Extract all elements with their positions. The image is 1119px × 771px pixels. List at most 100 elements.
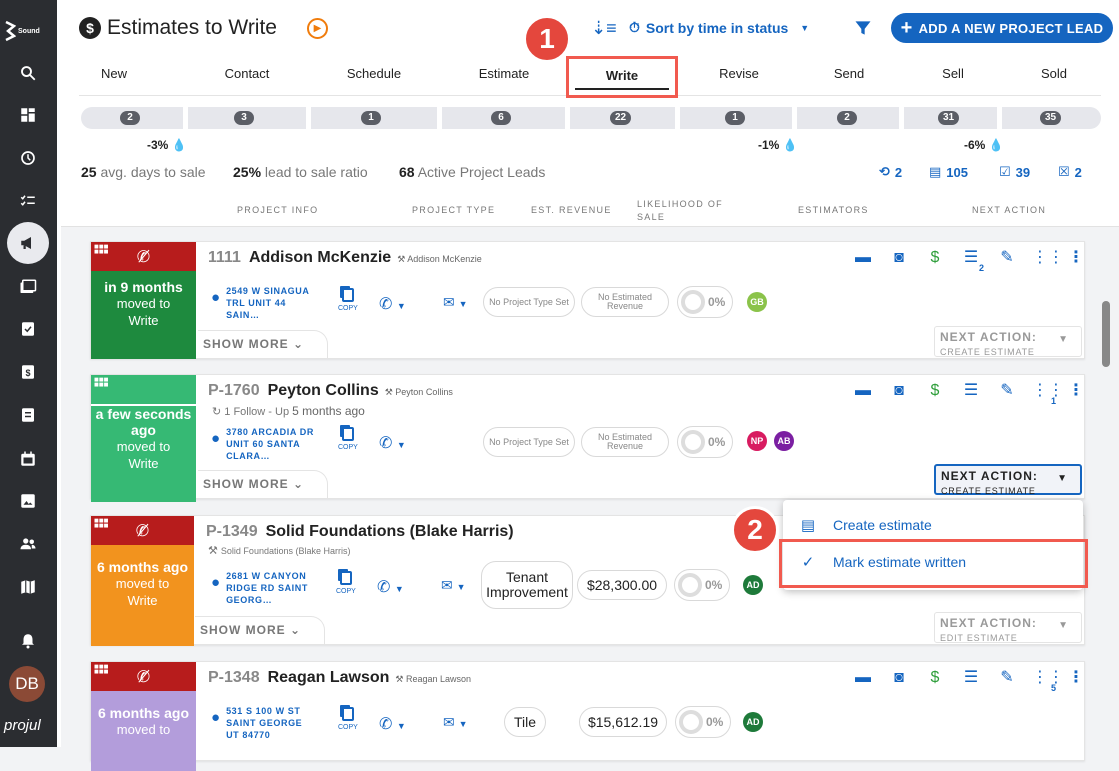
history-count[interactable]: ⟲ 2: [879, 164, 902, 180]
scrollbar-thumb[interactable]: [1102, 301, 1110, 367]
people-icon[interactable]: [15, 531, 41, 557]
checklist-icon[interactable]: ☰: [960, 381, 982, 401]
invoices-icon[interactable]: $: [15, 359, 41, 385]
email-dropdown[interactable]: ✉ ▼: [441, 577, 466, 594]
copy-address-button[interactable]: COPY: [338, 707, 358, 731]
estimator-avatar[interactable]: AB: [774, 431, 794, 451]
archive-count[interactable]: ▤ 105: [929, 164, 968, 180]
checklist-icon[interactable]: ☰ 2: [960, 248, 984, 273]
revenue-chip[interactable]: $28,300.00: [577, 570, 667, 600]
estimates-icon[interactable]: [15, 316, 41, 342]
show-more-button[interactable]: SHOW MORE ⌄: [198, 470, 328, 498]
estimator-avatar[interactable]: NP: [747, 431, 767, 451]
email-dropdown[interactable]: ✉ ▼: [443, 714, 468, 731]
projects-folder-icon[interactable]: [15, 274, 41, 300]
tab-sell[interactable]: Sell: [893, 64, 1013, 95]
apps-grid-icon[interactable]: ⋮⋮ 1: [1032, 381, 1064, 406]
invoice-icon[interactable]: $: [924, 248, 946, 268]
next-action-dropdown[interactable]: NEXT ACTION: CREATE ESTIMATE ▼: [934, 464, 1082, 496]
tab-send[interactable]: Send: [789, 64, 909, 95]
reports-icon[interactable]: [15, 402, 41, 428]
show-more-button[interactable]: SHOW MORE ⌄: [198, 330, 328, 358]
camera-icon[interactable]: ◙: [888, 668, 910, 688]
sort-dropdown[interactable]: ⏱ Sort by time in status ▼: [629, 19, 809, 36]
next-action-dropdown[interactable]: NEXT ACTION: EDIT ESTIMATE ▼: [934, 612, 1082, 643]
lead-card[interactable]: ■■■ ■■■ ✆̸ in 9 months moved to Write 1111 Ad…: [90, 241, 1085, 359]
tab-new[interactable]: New: [79, 64, 149, 95]
likelihood-gauge[interactable]: 0%: [677, 426, 733, 458]
revenue-chip[interactable]: No Estimated Revenue: [581, 427, 669, 457]
project-type-chip[interactable]: Tenant Improvement: [481, 561, 573, 609]
grid-icon[interactable]: ■■■ ■■■: [94, 243, 109, 256]
estimator-avatar[interactable]: AD: [743, 712, 763, 732]
tasks-icon[interactable]: [15, 188, 41, 214]
address[interactable]: ● 2549 W SINAGUA TRL UNIT 44 SAIN…: [211, 285, 318, 321]
photos-icon[interactable]: [15, 488, 41, 514]
tab-sold[interactable]: Sold: [1019, 64, 1089, 95]
show-more-button[interactable]: SHOW MORE ⌄: [195, 616, 325, 644]
add-project-lead-button[interactable]: + ADD A NEW PROJECT LEAD: [891, 13, 1113, 43]
lead-title[interactable]: P-1349 Solid Foundations (Blake Harris): [206, 523, 514, 541]
address[interactable]: ● 531 S 100 W ST SAINT GEORGE UT 84770: [211, 705, 318, 741]
grid-icon[interactable]: ■■■ ■■■: [94, 517, 109, 530]
likelihood-gauge[interactable]: 0%: [674, 569, 730, 601]
tab-contact[interactable]: Contact: [187, 64, 307, 95]
lead-title[interactable]: P-1348 Reagan Lawson ⚒ Reagan Lawson: [208, 669, 471, 687]
project-type-chip[interactable]: No Project Type Set: [483, 287, 575, 317]
lead-title[interactable]: 1111 Addison McKenzie ⚒ Addison McKenzie: [208, 249, 482, 267]
email-dropdown[interactable]: ✉ ▼: [443, 294, 468, 311]
grid-icon[interactable]: ■■■ ■■■: [94, 663, 109, 676]
phone-dropdown[interactable]: ✆ ▼: [379, 714, 406, 734]
tab-schedule[interactable]: Schedule: [314, 64, 434, 95]
phone-dropdown[interactable]: ✆ ▼: [379, 433, 406, 453]
closed-count[interactable]: ☒ 2: [1058, 164, 1082, 180]
camera-icon[interactable]: ◙: [888, 248, 910, 268]
edit-icon[interactable]: ✎: [996, 248, 1018, 268]
likelihood-gauge[interactable]: 0%: [677, 286, 733, 318]
camera-icon[interactable]: ◙: [888, 381, 910, 401]
user-avatar[interactable]: DB: [9, 666, 45, 702]
calendar-icon[interactable]: [15, 446, 41, 472]
sort-order-icon[interactable]: ⇣≡: [591, 18, 617, 39]
more-options-icon[interactable]: ⋮: [1068, 381, 1084, 401]
clock-icon[interactable]: [15, 145, 41, 171]
revenue-chip[interactable]: $15,612.19: [579, 707, 667, 737]
next-action-dropdown[interactable]: NEXT ACTION: CREATE ESTIMATE ▼: [934, 326, 1082, 357]
apps-grid-icon[interactable]: ⋮⋮ 5: [1032, 668, 1064, 693]
invoice-icon[interactable]: $: [924, 381, 946, 401]
edit-icon[interactable]: ✎: [996, 668, 1018, 688]
estimator-avatar[interactable]: GB: [747, 292, 767, 312]
address[interactable]: ● 3780 ARCADIA DR UNIT 60 SANTA CLARA…: [211, 426, 318, 462]
likelihood-gauge[interactable]: 0%: [675, 706, 731, 738]
estimator-avatar[interactable]: AD: [743, 575, 763, 595]
copy-address-button[interactable]: COPY: [336, 571, 356, 595]
folder-icon[interactable]: ▬: [852, 381, 874, 401]
revenue-chip[interactable]: No Estimated Revenue: [581, 287, 669, 317]
lead-title[interactable]: P-1760 Peyton Collins ⚒ Peyton Collins: [208, 382, 453, 400]
leads-megaphone-icon[interactable]: [7, 222, 49, 264]
project-type-chip[interactable]: Tile: [504, 707, 546, 737]
filter-icon[interactable]: [853, 18, 873, 43]
lead-card[interactable]: ■■■ ■■■ a few seconds ago moved to Write P-…: [90, 374, 1085, 502]
dashboard-icon[interactable]: [15, 102, 41, 128]
edit-icon[interactable]: ✎: [996, 381, 1018, 401]
address[interactable]: ● 2681 W CANYON RIDGE RD SAINT GEORG…: [211, 570, 318, 606]
more-options-icon[interactable]: ⋮: [1068, 248, 1084, 268]
lead-card[interactable]: ■■■ ■■■ ✆̸ 6 months ago moved to P-1348 Reag…: [90, 661, 1085, 771]
more-options-icon[interactable]: ⋮: [1068, 668, 1084, 688]
tab-write[interactable]: Write: [566, 56, 678, 98]
folder-icon[interactable]: ▬: [852, 668, 874, 688]
copy-address-button[interactable]: COPY: [338, 427, 358, 451]
folder-icon[interactable]: ▬: [852, 248, 874, 268]
play-tutorial-icon[interactable]: ▶: [307, 18, 328, 39]
notifications-bell-icon[interactable]: [15, 628, 41, 654]
tab-revise[interactable]: Revise: [679, 64, 799, 95]
checklist-icon[interactable]: ☰: [960, 668, 982, 688]
project-type-chip[interactable]: No Project Type Set: [483, 427, 575, 457]
apps-grid-icon[interactable]: ⋮⋮: [1032, 248, 1064, 268]
copy-address-button[interactable]: COPY: [338, 288, 358, 312]
phone-dropdown[interactable]: ✆ ▼: [379, 294, 406, 314]
tab-estimate[interactable]: Estimate: [444, 64, 564, 95]
search-icon[interactable]: [15, 60, 41, 86]
company-logo[interactable]: Sound: [4, 18, 54, 44]
